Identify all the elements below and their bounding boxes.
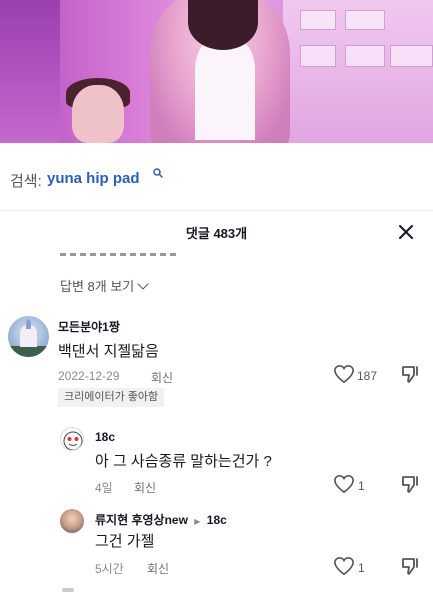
view-replies-label: 답변 8개 보기 xyxy=(60,279,135,294)
stage-panel xyxy=(390,45,433,67)
reply-author[interactable]: 18c xyxy=(95,430,115,444)
dancer-top xyxy=(195,40,255,140)
avatar[interactable] xyxy=(8,316,49,357)
heart-icon[interactable] xyxy=(333,474,355,494)
video-preview[interactable] xyxy=(0,0,433,143)
reply-button[interactable]: 회신 xyxy=(151,369,173,386)
comment-author[interactable]: 모든분야1짱 xyxy=(58,318,120,335)
stage-panel xyxy=(345,45,385,67)
clipped-next-item xyxy=(62,588,74,592)
reply-to-author[interactable]: 18c xyxy=(207,513,227,527)
heart-icon[interactable] xyxy=(333,364,355,384)
reply-author-line: 류지현 후영상new ▶ 18c xyxy=(95,511,227,528)
reply-text: 아 그 사슴종류 말하는건가 ? xyxy=(95,453,272,470)
avatar[interactable] xyxy=(60,427,84,451)
dislike-icon[interactable] xyxy=(400,556,420,576)
dislike-icon[interactable] xyxy=(400,474,420,494)
dislike-icon[interactable] xyxy=(400,364,420,384)
stage-panel xyxy=(300,45,336,67)
comment-count: 댓글 483개 xyxy=(185,226,248,241)
reply-button[interactable]: 회신 xyxy=(134,479,156,496)
search-icon xyxy=(153,168,163,178)
clipped-text xyxy=(60,247,190,257)
reply-author[interactable]: 류지현 후영상new xyxy=(95,513,188,527)
background-dancer-face xyxy=(72,85,124,143)
avatar[interactable] xyxy=(60,509,84,533)
reply-to-arrow-icon: ▶ xyxy=(194,517,201,526)
like-count: 1 xyxy=(358,479,365,493)
reply-avatar-face xyxy=(63,431,83,450)
close-icon[interactable] xyxy=(398,224,414,240)
view-replies-button[interactable]: 답변 8개 보기 xyxy=(60,276,149,295)
like-count: 1 xyxy=(358,561,365,575)
search-suggestion-bar[interactable]: 검색: yuna hip pad xyxy=(0,143,433,211)
chevron-down-icon xyxy=(137,278,149,290)
reply-text: 그건 가젤 xyxy=(95,533,155,550)
stage-background xyxy=(0,0,60,143)
creator-liked-badge: 크리에이터가 좋아함 xyxy=(58,388,165,407)
reply-date: 4일 xyxy=(95,481,113,495)
comments-header: 댓글 483개 xyxy=(0,211,433,251)
stage-panel xyxy=(300,10,336,30)
like-count: 187 xyxy=(357,369,378,383)
search-prefix: 검색: xyxy=(10,173,42,190)
reply-button[interactable]: 회신 xyxy=(147,560,169,577)
stage-panel xyxy=(345,10,385,30)
heart-icon[interactable] xyxy=(333,556,355,576)
comment-date: 2022-12-29 xyxy=(58,369,120,383)
reply-date: 5시간 xyxy=(95,562,124,576)
search-query-link[interactable]: yuna hip pad xyxy=(47,170,140,187)
comment-text: 백댄서 지젤닮음 xyxy=(58,343,159,360)
